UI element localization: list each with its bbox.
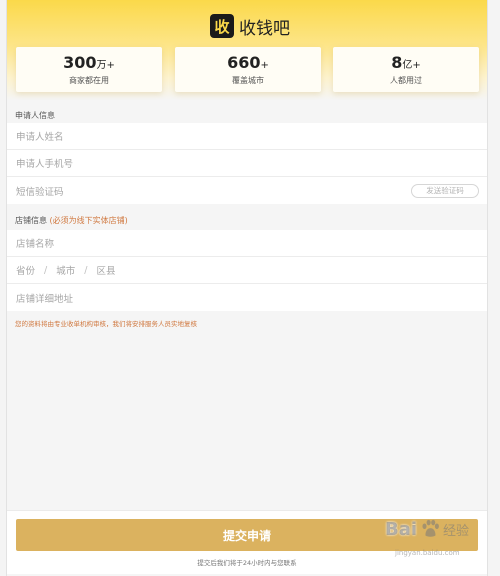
applicant-section-title: 申请人信息 bbox=[15, 111, 55, 120]
stat-card-cities: 660+ 覆盖城市 bbox=[175, 47, 321, 92]
stat-label: 覆盖城市 bbox=[232, 76, 264, 85]
applicant-form: 申请人姓名 申请人手机号 短信验证码 发送验证码 bbox=[7, 123, 487, 204]
watermark-left: Bai bbox=[385, 518, 418, 540]
submit-hint: 提交后我们将于24小时内与您联系 bbox=[197, 559, 297, 567]
sms-code-placeholder: 短信验证码 bbox=[16, 186, 64, 198]
watermark-right: 经验 bbox=[443, 523, 470, 539]
district-select[interactable]: 区县 bbox=[96, 263, 115, 277]
region-separator: / bbox=[44, 264, 48, 276]
paw-icon bbox=[422, 519, 439, 537]
stat-label: 商家都在用 bbox=[69, 76, 109, 85]
sms-code-field[interactable]: 短信验证码 发送验证码 bbox=[7, 177, 487, 204]
applicant-phone-field[interactable]: 申请人手机号 bbox=[7, 150, 487, 177]
stat-number: 8亿+ bbox=[391, 53, 421, 72]
baidu-watermark: Bai 经验 bbox=[385, 518, 469, 540]
stat-card-users: 8亿+ 人都用过 bbox=[333, 47, 479, 92]
stat-card-merchants: 300万+ 商家都在用 bbox=[16, 47, 162, 92]
stat-number: 300万+ bbox=[63, 53, 115, 72]
region-separator: / bbox=[84, 264, 88, 276]
store-section-title: 店铺信息 (必须为线下实体店铺) bbox=[15, 216, 128, 225]
store-title-note: (必须为线下实体店铺) bbox=[49, 216, 128, 225]
brand: 收 收钱吧 bbox=[210, 13, 290, 39]
store-address-field[interactable]: 店铺详细地址 bbox=[7, 284, 487, 311]
store-form: 店铺名称 省份 / 城市 / 区县 店铺详细地址 bbox=[7, 230, 487, 311]
region-selector[interactable]: 省份 / 城市 / 区县 bbox=[7, 257, 487, 284]
stat-number: 660+ bbox=[227, 53, 269, 72]
review-notice: 您的资料将由专业收单机构审核，我们将安排服务人员实地复核 bbox=[15, 320, 197, 328]
province-select[interactable]: 省份 bbox=[16, 263, 35, 277]
applicant-name-field[interactable]: 申请人姓名 bbox=[7, 123, 487, 150]
brand-logo-icon: 收 bbox=[210, 14, 234, 38]
city-select[interactable]: 城市 bbox=[56, 263, 75, 277]
send-sms-button[interactable]: 发送验证码 bbox=[411, 184, 479, 198]
watermark-url: jingyan.baidu.com bbox=[395, 549, 460, 557]
store-name-field[interactable]: 店铺名称 bbox=[7, 230, 487, 257]
stat-label: 人都用过 bbox=[390, 76, 422, 85]
brand-name: 收钱吧 bbox=[239, 18, 290, 39]
